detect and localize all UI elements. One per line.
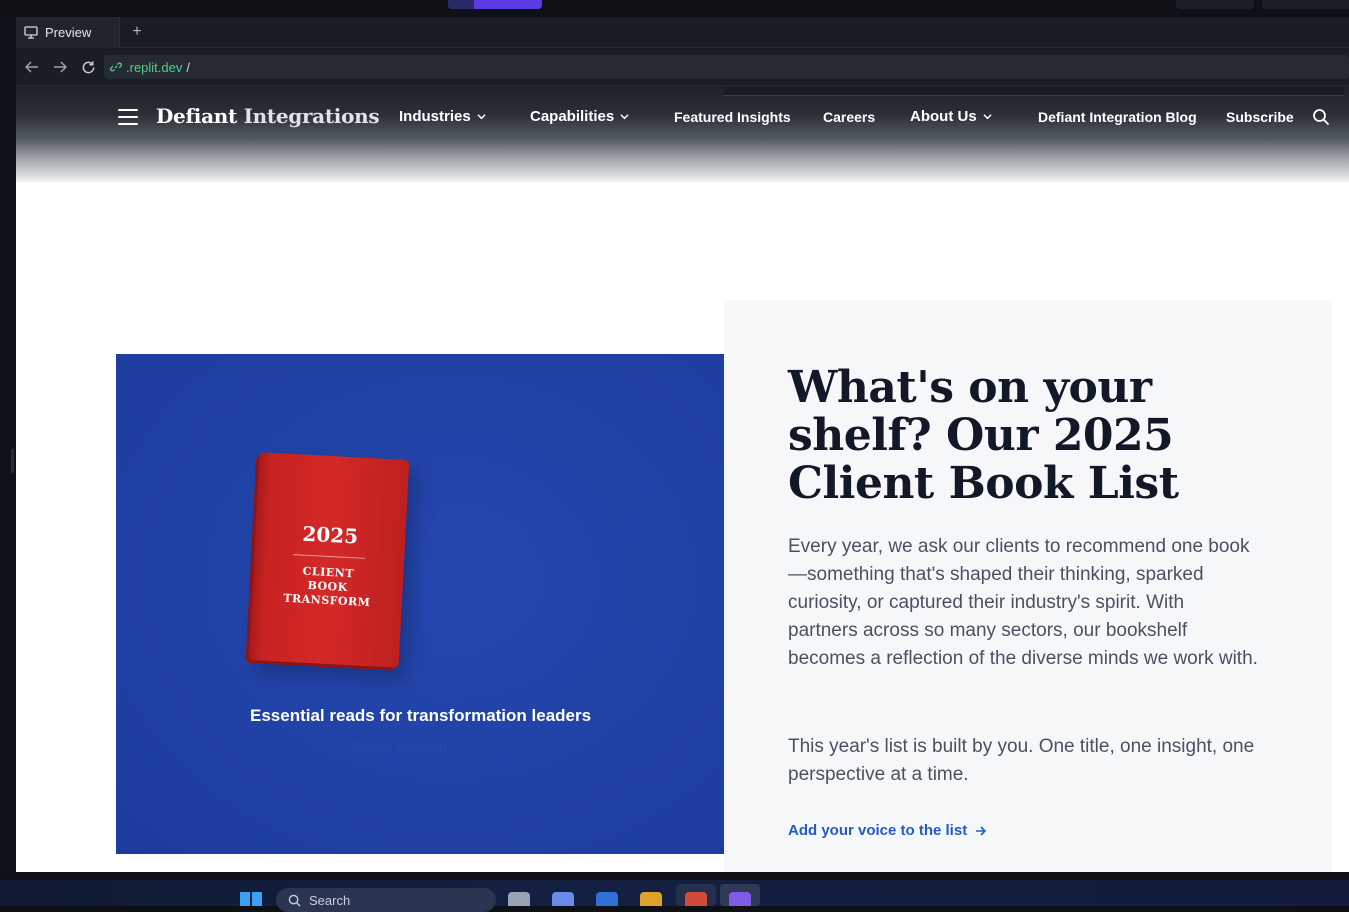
site-logo[interactable]: Defiant Integrations [156, 104, 380, 128]
nav-blog[interactable]: Defiant Integration Blog [1038, 109, 1197, 125]
brand-name-b: Integrations [243, 104, 380, 128]
book-year: 2025 [301, 521, 359, 549]
nav-label: Capabilities [530, 108, 615, 125]
brand-name-a: Defiant [156, 104, 237, 128]
explore-collection-link[interactable]: Explore collection → [352, 740, 461, 754]
nav-about-us[interactable]: About Us [910, 108, 992, 125]
outlook-icon[interactable] [596, 892, 618, 906]
windows-start-icon[interactable] [240, 892, 262, 906]
nav-subscribe[interactable]: Subscribe [1226, 109, 1294, 125]
nav-label: Featured Insights [674, 109, 791, 125]
article-headline: What's on your shelf? Our 2025 Client Bo… [788, 362, 1179, 509]
chrome-icon[interactable] [685, 892, 707, 906]
taskbar-search-label: Search [309, 892, 351, 908]
tab-preview[interactable]: Preview [16, 17, 120, 48]
taskbar-search[interactable]: Search [276, 888, 496, 912]
url-path: / [186, 59, 190, 75]
arrow-left-icon [25, 61, 38, 73]
tab-bar: Preview + [16, 17, 1349, 48]
cta-label: Add your voice to the list [788, 822, 968, 839]
tab-label: Preview [45, 25, 92, 40]
url-host: .replit.dev [126, 59, 183, 75]
copilot-icon[interactable] [552, 892, 574, 906]
site-header: Defiant Integrations Industries Capabili… [16, 86, 1349, 182]
hero-caption: Essential reads for transformation leade… [250, 706, 592, 725]
nav-label: Careers [823, 109, 876, 125]
taskbar: Search [0, 872, 1349, 912]
app-top-strip [0, 0, 1349, 17]
article-panel: What's on your shelf? Our 2025 Client Bo… [724, 300, 1332, 872]
reload-button[interactable] [78, 57, 98, 77]
url-input[interactable]: .replit.dev / [104, 55, 1349, 79]
chevron-down-icon [477, 114, 486, 120]
monitor-icon [24, 26, 38, 39]
link-icon [110, 62, 122, 72]
search-icon[interactable] [1312, 108, 1330, 126]
book-rule [293, 554, 366, 559]
header-topline [724, 86, 1344, 96]
book-title: CLIENT BOOK TRANSFORM [252, 562, 404, 612]
nav-capabilities[interactable]: Capabilities [530, 108, 629, 125]
nav-industries[interactable]: Industries [399, 108, 486, 125]
hero-image: 2025 CLIENT BOOK TRANSFORM Essential rea… [116, 354, 724, 854]
resize-handle[interactable] [11, 449, 14, 473]
toolbar-button[interactable] [1176, 0, 1254, 9]
nav-label: Defiant Integration Blog [1038, 109, 1197, 125]
search-icon [288, 894, 301, 907]
nav-featured-insights[interactable]: Featured Insights [674, 109, 791, 125]
chevron-down-icon [983, 114, 992, 120]
arrow-right-icon [976, 825, 987, 836]
app-icon[interactable] [729, 892, 751, 906]
menu-icon[interactable] [118, 109, 138, 125]
toolbar-button[interactable] [1262, 0, 1349, 9]
add-your-voice-link[interactable]: Add your voice to the list [788, 822, 987, 839]
arrow-right-icon [54, 61, 67, 73]
chevron-down-icon [620, 114, 629, 120]
add-tab-button[interactable]: + [126, 21, 148, 43]
nav-careers[interactable]: Careers [823, 109, 875, 125]
forward-button[interactable] [50, 57, 70, 77]
file-explorer-icon[interactable] [508, 892, 530, 906]
left-rail [0, 17, 16, 880]
plus-icon: + [132, 23, 142, 40]
article-paragraph: Every year, we ask our clients to recomm… [788, 536, 1258, 669]
book-cover: 2025 CLIENT BOOK TRANSFORM [248, 452, 410, 668]
nav-label: About Us [910, 108, 977, 125]
taskbar-edge [0, 872, 1349, 880]
address-bar: .replit.dev / [16, 48, 1349, 86]
run-button-icon [448, 0, 474, 9]
back-button[interactable] [22, 57, 42, 77]
reload-icon [82, 60, 94, 73]
article-paragraph: This year's list is built by you. One ti… [788, 736, 1255, 785]
nav-label: Subscribe [1226, 109, 1294, 125]
nav-label: Industries [399, 108, 471, 125]
page-viewport: Defiant Integrations Industries Capabili… [16, 86, 1349, 872]
chrome-icon[interactable] [640, 892, 662, 906]
